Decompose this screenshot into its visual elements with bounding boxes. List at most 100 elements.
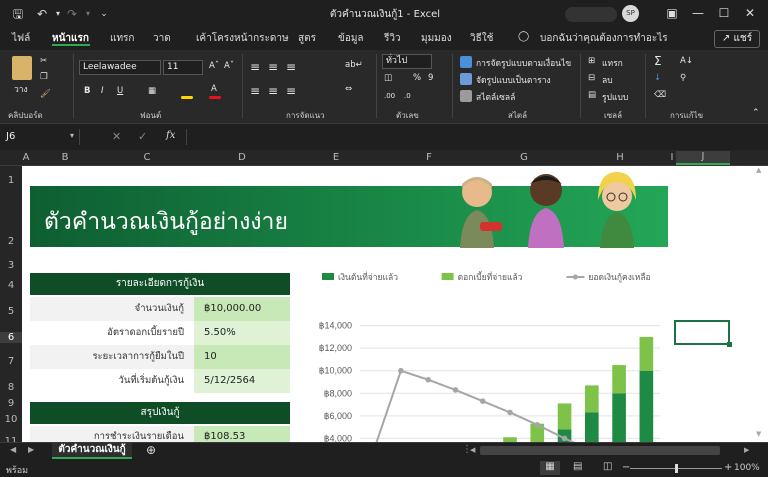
font-color-icon[interactable]: A bbox=[211, 84, 217, 94]
collapse-ribbon-icon[interactable]: ⌃ bbox=[752, 108, 760, 118]
maximize-icon[interactable]: ☐ bbox=[716, 5, 732, 21]
tab-help[interactable]: วิธีใช้ bbox=[470, 31, 493, 46]
find-select-icon[interactable]: ⚲ bbox=[680, 73, 686, 83]
cell-styles-icon[interactable] bbox=[460, 90, 472, 102]
add-sheet-icon[interactable]: ⊕ bbox=[146, 443, 156, 457]
column-header[interactable]: E bbox=[290, 152, 382, 163]
start-date-value[interactable]: 5/12/2564 bbox=[194, 369, 290, 393]
loan-amount-value[interactable]: ฿10,000.00 bbox=[194, 297, 290, 321]
increase-decimal-icon[interactable]: .00 bbox=[384, 92, 395, 100]
row-header[interactable]: 2 bbox=[0, 236, 22, 247]
column-header[interactable]: F bbox=[382, 152, 476, 163]
redo-icon[interactable]: ↷ bbox=[64, 6, 80, 22]
tab-data[interactable]: ข้อมูล bbox=[338, 31, 364, 46]
next-sheet-icon[interactable]: ▶ bbox=[28, 445, 34, 454]
interest-rate-value[interactable]: 5.50% bbox=[194, 321, 290, 345]
font-name-dropdown[interactable]: Leelawadee bbox=[79, 60, 161, 75]
scroll-right-icon[interactable]: ▶ bbox=[744, 446, 749, 454]
scroll-down-icon[interactable]: ▼ bbox=[756, 430, 761, 438]
tab-insert[interactable]: แทรก bbox=[110, 31, 134, 46]
tab-view[interactable]: มุมมอง bbox=[421, 31, 452, 46]
clear-icon[interactable]: ⌫ bbox=[654, 90, 666, 100]
row-header[interactable]: 7 bbox=[0, 356, 22, 367]
delete-cells-button[interactable]: ลบ bbox=[602, 73, 613, 87]
column-header[interactable]: C bbox=[100, 152, 194, 163]
top-align-icon[interactable]: ≡ bbox=[250, 60, 260, 74]
tab-page-layout[interactable]: เค้าโครงหน้ากระดาษ bbox=[196, 31, 289, 46]
bottom-align-icon[interactable]: ≡ bbox=[286, 60, 296, 74]
sort-filter-icon[interactable]: A↓ bbox=[680, 56, 693, 66]
row-header-selected[interactable]: 6 bbox=[0, 332, 22, 343]
page-layout-view-icon[interactable]: ▤ bbox=[573, 461, 582, 472]
copy-icon[interactable]: ❐ bbox=[40, 72, 48, 82]
formula-input[interactable] bbox=[186, 129, 764, 145]
insert-function-icon[interactable]: fx bbox=[166, 130, 175, 141]
format-painter-icon[interactable]: 🖌 bbox=[40, 89, 51, 99]
share-button[interactable]: ↗ แชร์ bbox=[714, 30, 760, 48]
delete-cells-icon[interactable]: ⊟ bbox=[588, 73, 595, 83]
fill-handle[interactable] bbox=[727, 342, 732, 347]
italic-icon[interactable]: I bbox=[101, 86, 104, 96]
column-header[interactable]: H bbox=[572, 152, 668, 163]
row-header[interactable]: 10 bbox=[0, 414, 22, 425]
accounting-format-icon[interactable]: ◫ bbox=[384, 73, 392, 83]
increase-font-icon[interactable]: Aˆ bbox=[209, 61, 219, 71]
row-header[interactable]: 3 bbox=[0, 260, 22, 271]
number-format-dropdown[interactable]: ทั่วไป bbox=[382, 54, 432, 69]
prev-sheet-icon[interactable]: ◀ bbox=[10, 445, 16, 454]
middle-align-icon[interactable]: ≡ bbox=[268, 60, 278, 74]
merge-center-icon[interactable]: ⇔ bbox=[345, 84, 352, 94]
autosum-icon[interactable]: Σ bbox=[654, 54, 662, 68]
name-box-dropdown-icon[interactable]: ▾ bbox=[70, 131, 74, 140]
row-header[interactable]: 5 bbox=[0, 306, 22, 317]
monthly-payment-value[interactable]: ฿108.53 bbox=[194, 426, 290, 442]
normal-view-icon[interactable]: ▦ bbox=[540, 461, 560, 475]
tell-me-search[interactable]: บอกฉันว่าคุณต้องการทำอะไร bbox=[540, 31, 668, 46]
decrease-font-icon[interactable]: Aˇ bbox=[224, 61, 234, 71]
center-align-icon[interactable]: ≡ bbox=[268, 84, 278, 98]
tab-draw[interactable]: วาด bbox=[153, 31, 171, 46]
format-as-table-icon[interactable] bbox=[460, 73, 472, 85]
bold-icon[interactable]: B bbox=[84, 86, 90, 96]
paste-label[interactable]: วาง bbox=[14, 82, 28, 96]
column-header[interactable]: G bbox=[476, 152, 572, 163]
row-header[interactable]: 1 bbox=[0, 175, 22, 186]
name-box[interactable]: J6 bbox=[4, 129, 80, 145]
ribbon-display-icon[interactable]: ▣ bbox=[664, 5, 680, 21]
column-header-selected[interactable]: J bbox=[676, 151, 730, 165]
column-header[interactable]: I bbox=[668, 152, 676, 163]
avatar[interactable]: SP bbox=[622, 5, 639, 22]
scroll-up-icon[interactable]: ▲ bbox=[756, 166, 761, 174]
column-header[interactable]: D bbox=[194, 152, 290, 163]
row-header[interactable]: 9 bbox=[0, 398, 22, 409]
enter-icon[interactable]: ✓ bbox=[138, 130, 147, 143]
left-align-icon[interactable]: ≡ bbox=[250, 84, 260, 98]
loan-chart[interactable]: ฿14,000฿12,000฿10,000฿8,000฿6,000฿4,000เ… bbox=[300, 262, 672, 444]
zoom-in-icon[interactable]: + bbox=[724, 462, 732, 473]
insert-cells-button[interactable]: แทรก bbox=[602, 56, 623, 70]
loan-period-value[interactable]: 10 bbox=[194, 345, 290, 369]
customize-toolbar-icon[interactable]: ⌄ bbox=[96, 6, 112, 22]
horizontal-scrollbar[interactable] bbox=[480, 446, 720, 455]
underline-icon[interactable]: U bbox=[117, 86, 123, 96]
right-align-icon[interactable]: ≡ bbox=[286, 84, 296, 98]
fill-icon[interactable]: ↓ bbox=[654, 73, 661, 83]
close-icon[interactable]: ✕ bbox=[742, 5, 758, 21]
tab-formulas[interactable]: สูตร bbox=[298, 31, 316, 46]
column-header[interactable]: A bbox=[22, 152, 30, 163]
tab-file[interactable]: ไฟล์ bbox=[12, 31, 30, 46]
conditional-formatting-icon[interactable] bbox=[460, 56, 472, 68]
wrap-text-icon[interactable]: ab↵ bbox=[345, 60, 363, 70]
row-header[interactable]: 8 bbox=[0, 382, 22, 393]
row-header[interactable]: 4 bbox=[0, 280, 22, 291]
zoom-slider-thumb[interactable] bbox=[675, 464, 678, 473]
page-break-view-icon[interactable]: ◫ bbox=[603, 461, 612, 472]
font-size-dropdown[interactable]: 11 bbox=[163, 60, 203, 75]
format-cells-icon[interactable]: ▤ bbox=[588, 90, 596, 100]
tab-review[interactable]: รีวิว bbox=[384, 31, 401, 46]
undo-icon[interactable]: ↶ bbox=[34, 6, 50, 22]
format-as-table-button[interactable]: จัดรูปแบบเป็นตาราง bbox=[476, 73, 551, 87]
sheet-tab-loan-calculator[interactable]: ตัวคำนวณเงินกู้ bbox=[52, 443, 132, 459]
save-icon[interactable]: 🖫 bbox=[10, 6, 26, 22]
borders-icon[interactable]: ▦ bbox=[148, 86, 156, 96]
